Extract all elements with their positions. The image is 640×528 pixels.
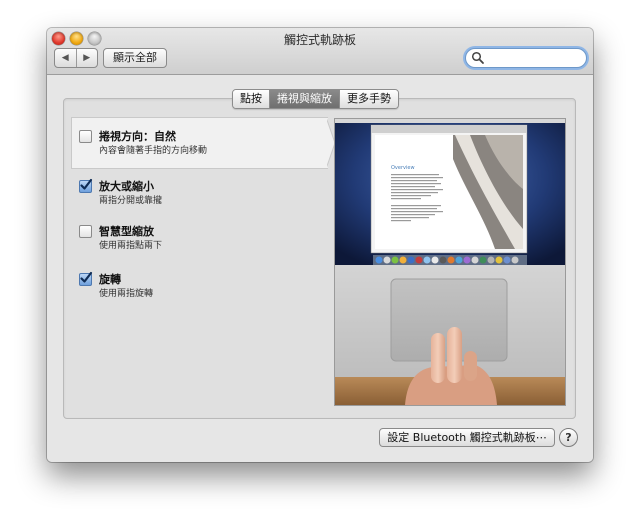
checkmark-icon [80,178,93,190]
option-title: 放大或縮小 [99,180,154,193]
back-forward-control: ◀ ▶ [54,48,98,68]
zoom-in-out-checkbox[interactable] [79,178,93,193]
scroll-direction-checkbox[interactable] [79,130,92,143]
window-title: 觸控式軌跡板 [283,33,356,47]
tab-point-click[interactable]: 點按 [233,90,270,108]
back-button[interactable]: ◀ [55,49,77,67]
smart-zoom-checkbox[interactable] [79,225,92,238]
tab-scroll-zoom[interactable]: 捲視與縮放 [270,90,340,108]
titlebar: 觸控式軌跡板 ◀ ▶ 顯示全部 [47,28,593,75]
tab-more-gestures[interactable]: 更多手勢 [340,90,398,108]
document-heading: Overview [391,165,415,171]
setup-bluetooth-trackpad-button[interactable]: 設定 Bluetooth 觸控式軌跡板⋯ [379,428,555,447]
option-title: 旋轉 [99,273,121,286]
preview-illustration: Overview [335,119,565,405]
rotate-checkbox[interactable] [79,271,93,286]
option-title: 智慧型縮放 [99,225,154,238]
system-preferences-window: 觸控式軌跡板 ◀ ▶ 顯示全部 點按 捲視與縮放 更多手勢 捲視方向：自然 內容… [47,28,593,462]
forward-button[interactable]: ▶ [77,49,98,67]
magnifier-icon [471,51,484,64]
option-subtitle: 內容會隨著手指的方向移動 [99,146,208,156]
option-subtitle: 使用兩指點兩下 [99,241,163,251]
search-field[interactable] [465,48,587,68]
tab-bar: 點按 捲視與縮放 更多手勢 [232,89,399,109]
option-subtitle: 兩指分開或靠攏 [99,196,163,206]
checkmark-icon [80,271,93,283]
option-title: 捲視方向：自然 [99,130,176,143]
question-icon[interactable]: ? [559,428,578,447]
show-all-button[interactable]: 顯示全部 [103,48,167,68]
gesture-preview-video: Overview [334,118,566,406]
option-subtitle: 使用兩指旋轉 [99,289,154,299]
search-input[interactable] [486,50,578,65]
